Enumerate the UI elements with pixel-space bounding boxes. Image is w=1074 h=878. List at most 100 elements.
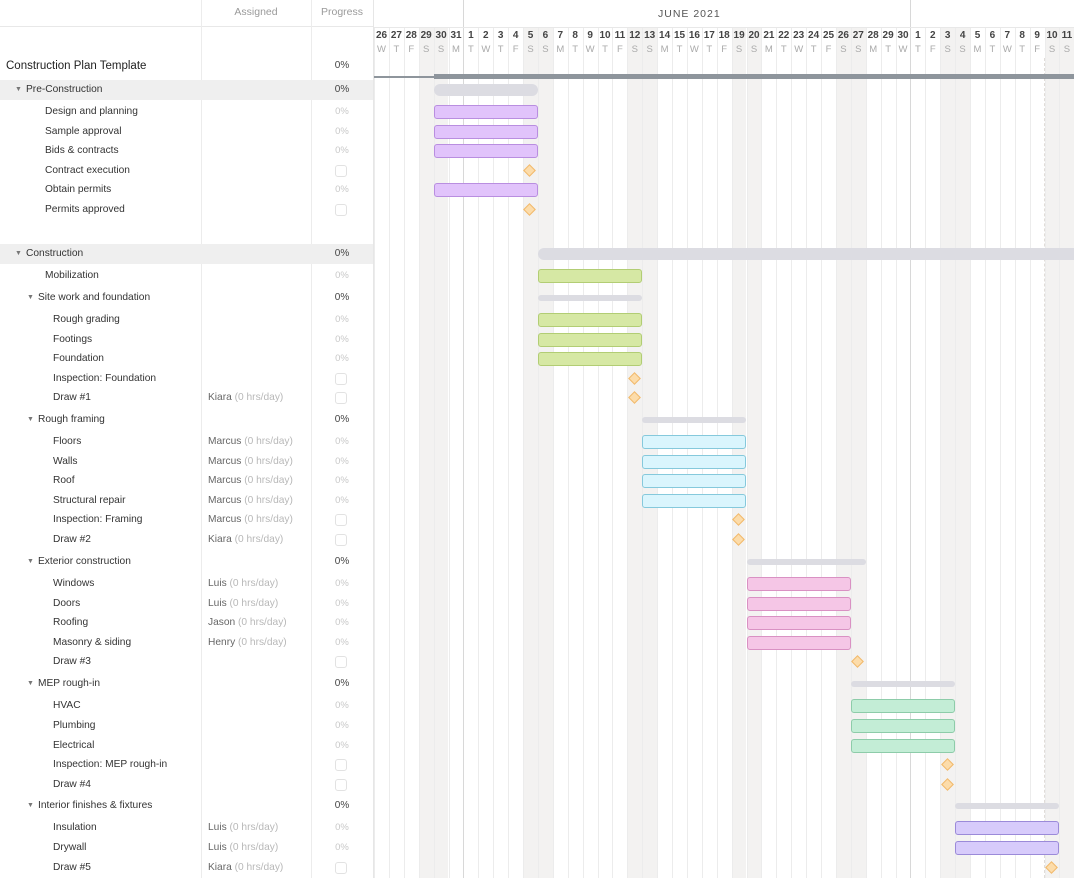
task-row-mobilization[interactable]: Mobilization 0%: [0, 266, 373, 286]
milestone-checkbox[interactable]: [335, 779, 347, 791]
day-number[interactable]: 10: [1045, 30, 1060, 41]
day-number[interactable]: 10: [598, 30, 613, 41]
collapse-caret-icon[interactable]: ▼: [27, 410, 34, 430]
task-row-structural-repair[interactable]: Structural repair Marcus (0 hrs/day) 0%: [0, 491, 373, 511]
task-row-inspection-foundation[interactable]: Inspection: Foundation: [0, 369, 373, 389]
task-name[interactable]: Draw #1: [53, 388, 91, 408]
day-number[interactable]: 3: [493, 30, 508, 41]
task-name[interactable]: Windows: [53, 574, 94, 594]
day-number[interactable]: 6: [538, 30, 553, 41]
day-number[interactable]: 8: [1015, 30, 1030, 41]
task-name[interactable]: Construction: [26, 244, 83, 264]
task-name[interactable]: Insulation: [53, 818, 97, 838]
day-number[interactable]: 13: [642, 30, 657, 41]
task-bar-drywall[interactable]: [955, 841, 1060, 855]
summary-bar-exterior-construction[interactable]: [746, 559, 866, 565]
task-name[interactable]: Site work and foundation: [38, 288, 150, 308]
progress-value[interactable]: 0%: [311, 716, 373, 736]
task-row-floors[interactable]: Floors Marcus (0 hrs/day) 0%: [0, 432, 373, 452]
task-row-plumbing[interactable]: Plumbing 0%: [0, 716, 373, 736]
progress-value[interactable]: 0%: [311, 574, 373, 594]
day-number[interactable]: 2: [925, 30, 940, 41]
task-name[interactable]: Draw #4: [53, 775, 91, 795]
task-bar-windows[interactable]: [746, 577, 851, 591]
day-number[interactable]: 29: [419, 30, 434, 41]
day-number[interactable]: 15: [672, 30, 687, 41]
task-bar-roof[interactable]: [642, 474, 747, 488]
assignee[interactable]: Luis (0 hrs/day): [208, 594, 278, 614]
collapse-caret-icon[interactable]: ▼: [27, 796, 34, 816]
task-row-draw-3[interactable]: Draw #3: [0, 652, 373, 672]
day-number[interactable]: 9: [583, 30, 598, 41]
summary-bar-mep-rough-in[interactable]: [850, 681, 956, 687]
progress-value[interactable]: 0%: [311, 310, 373, 330]
task-bar-obtain-permits[interactable]: [433, 183, 538, 197]
day-number[interactable]: 2: [478, 30, 493, 41]
task-bar-bids-contracts[interactable]: [433, 144, 538, 158]
day-number[interactable]: 11: [1059, 30, 1074, 41]
task-row-construction[interactable]: ▼ Construction 0%: [0, 244, 373, 264]
task-name[interactable]: HVAC: [53, 696, 81, 716]
task-name[interactable]: Foundation: [53, 349, 104, 369]
progress-value[interactable]: 0%: [311, 80, 373, 100]
project-summary-bar[interactable]: [433, 74, 1074, 79]
day-number[interactable]: 7: [553, 30, 568, 41]
task-bar-roofing[interactable]: [746, 616, 851, 630]
task-bar-masonry-siding[interactable]: [746, 636, 851, 650]
milestone-checkbox[interactable]: [335, 373, 347, 385]
day-number[interactable]: 21: [761, 30, 776, 41]
day-number[interactable]: 27: [389, 30, 404, 41]
task-name[interactable]: Bids & contracts: [45, 141, 119, 161]
task-name[interactable]: Contract execution: [45, 161, 130, 181]
assignee[interactable]: Henry (0 hrs/day): [208, 633, 287, 653]
task-name[interactable]: Interior finishes & fixtures: [38, 796, 152, 816]
assigned-column-header[interactable]: Assigned: [201, 0, 311, 27]
task-row-contract-execution[interactable]: Contract execution: [0, 161, 373, 181]
day-number[interactable]: 31: [449, 30, 464, 41]
progress-value[interactable]: 0%: [311, 452, 373, 472]
progress-value[interactable]: 0%: [311, 330, 373, 350]
task-row-sample-approval[interactable]: Sample approval 0%: [0, 122, 373, 142]
assignee[interactable]: Luis (0 hrs/day): [208, 818, 278, 838]
day-number[interactable]: 4: [508, 30, 523, 41]
task-name[interactable]: Structural repair: [53, 491, 125, 511]
day-number[interactable]: 6: [985, 30, 1000, 41]
task-row-site-work-and-foundation[interactable]: ▼ Site work and foundation 0%: [0, 288, 373, 308]
task-row-walls[interactable]: Walls Marcus (0 hrs/day) 0%: [0, 452, 373, 472]
progress-value[interactable]: 0%: [311, 244, 373, 264]
progress-value[interactable]: 0%: [311, 432, 373, 452]
task-name[interactable]: Draw #2: [53, 530, 91, 550]
task-row-mep-rough-in[interactable]: ▼ MEP rough-in 0%: [0, 674, 373, 694]
task-row-doors[interactable]: Doors Luis (0 hrs/day) 0%: [0, 594, 373, 614]
task-name[interactable]: Drywall: [53, 838, 86, 858]
assignee[interactable]: Luis (0 hrs/day): [208, 838, 278, 858]
progress-value[interactable]: 0%: [311, 552, 373, 572]
day-number[interactable]: 25: [821, 30, 836, 41]
day-number[interactable]: 1: [463, 30, 478, 41]
collapse-caret-icon[interactable]: ▼: [15, 244, 22, 264]
milestone-checkbox[interactable]: [335, 656, 347, 668]
summary-bar-interior-finishes-fixtures[interactable]: [955, 803, 1060, 809]
task-bar-design-and-planning[interactable]: [433, 105, 538, 119]
progress-value[interactable]: 0%: [311, 122, 373, 142]
day-number[interactable]: 26: [836, 30, 851, 41]
milestone-checkbox[interactable]: [335, 392, 347, 404]
task-bar-structural-repair[interactable]: [642, 494, 747, 508]
day-number[interactable]: 1: [910, 30, 925, 41]
task-bar-hvac[interactable]: [850, 699, 956, 713]
task-row-draw-4[interactable]: Draw #4: [0, 775, 373, 795]
progress-value[interactable]: 0%: [311, 180, 373, 200]
task-row-draw-2[interactable]: Draw #2 Kiara (0 hrs/day): [0, 530, 373, 550]
task-row-drywall[interactable]: Drywall Luis (0 hrs/day) 0%: [0, 838, 373, 858]
task-name[interactable]: Inspection: Foundation: [53, 369, 156, 389]
project-title-row[interactable]: Construction Plan Template 0%: [0, 56, 373, 76]
task-bar-insulation[interactable]: [955, 821, 1060, 835]
progress-value[interactable]: 0%: [311, 818, 373, 838]
task-name[interactable]: Design and planning: [45, 102, 138, 122]
day-number[interactable]: 11: [612, 30, 627, 41]
day-number[interactable]: 20: [747, 30, 762, 41]
task-row-permits-approved[interactable]: Permits approved: [0, 200, 373, 220]
progress-value[interactable]: 0%: [311, 696, 373, 716]
day-number[interactable]: 16: [687, 30, 702, 41]
assignee[interactable]: Luis (0 hrs/day): [208, 574, 278, 594]
